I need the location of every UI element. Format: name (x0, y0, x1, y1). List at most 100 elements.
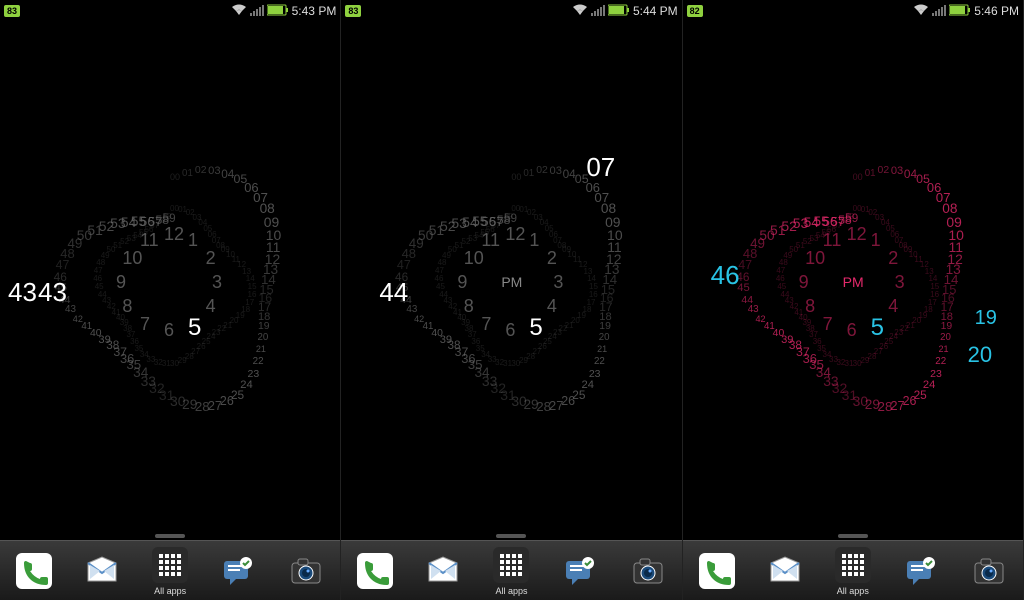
apps-icon (150, 545, 190, 585)
dock-phone[interactable] (7, 551, 61, 591)
hour-8: 8 (122, 296, 132, 317)
hour-9: 9 (799, 272, 809, 293)
signal-icon (250, 4, 264, 19)
hour-9: 9 (116, 272, 126, 293)
hour-3: 3 (895, 272, 905, 293)
dock: All apps (341, 540, 681, 600)
dock-messages[interactable] (553, 551, 607, 591)
dock-phone[interactable] (690, 551, 744, 591)
ampm-label: PM (501, 274, 522, 290)
mail-icon (765, 551, 805, 591)
dock-camera[interactable] (621, 551, 675, 591)
hour-4: 4 (547, 296, 557, 317)
hour-4: 4 (888, 296, 898, 317)
dock-phone[interactable] (348, 551, 402, 591)
dock-mail[interactable] (416, 551, 470, 591)
camera-icon (969, 551, 1009, 591)
hour-12: 12 (164, 224, 184, 245)
wifi-icon (572, 4, 588, 19)
hour-3: 3 (212, 272, 222, 293)
wifi-icon (231, 4, 247, 19)
hour-7: 7 (140, 314, 150, 335)
hour-11: 11 (140, 230, 159, 251)
dock-mail[interactable] (758, 551, 812, 591)
hour-8: 8 (464, 296, 474, 317)
phone-icon (355, 551, 395, 591)
phone-screen-1: 835:43 PM0001020304050607080910111213141… (0, 0, 341, 600)
minute-highlight: 43 (8, 277, 37, 308)
hour-6: 6 (164, 320, 174, 341)
ampm-label: PM (843, 274, 864, 290)
home-indicator[interactable] (496, 534, 526, 538)
dock-allapps[interactable]: All apps (143, 545, 197, 596)
hour-5: 5 (529, 314, 542, 342)
battery-badge: 83 (4, 5, 20, 17)
allapps-label: All apps (837, 586, 869, 596)
hour-8: 8 (805, 296, 815, 317)
camera-icon (628, 551, 668, 591)
battery-badge: 83 (345, 5, 361, 17)
hour-5: 5 (188, 314, 201, 342)
messages-icon (218, 551, 258, 591)
dock: All apps (0, 540, 340, 600)
hour-5: 5 (871, 314, 884, 342)
home-indicator[interactable] (838, 534, 868, 538)
messages-icon (901, 551, 941, 591)
camera-icon (286, 551, 326, 591)
allapps-label: All apps (495, 586, 527, 596)
hour-7: 7 (823, 314, 833, 335)
status-bar: 82 5:46 PM (683, 0, 1023, 22)
clock-wallpaper[interactable]: 0001020304050607080910111213141516171819… (0, 22, 340, 540)
status-time: 5:44 PM (633, 4, 678, 18)
signal-icon (932, 4, 946, 19)
clock-wallpaper[interactable]: 0001020304050607080910111213141516171819… (341, 22, 681, 540)
dock-camera[interactable] (962, 551, 1016, 591)
hour-12: 12 (847, 224, 867, 245)
hour-1: 1 (188, 230, 198, 251)
battery-icon (608, 4, 630, 19)
hour-1: 1 (871, 230, 881, 251)
messages-icon (560, 551, 600, 591)
minute-highlight: 46 (711, 260, 740, 291)
apps-icon (833, 545, 873, 585)
phone-icon (14, 551, 54, 591)
mail-icon (82, 551, 122, 591)
phone-screen-2: 835:44 PM0001020304050607080910111213141… (341, 0, 682, 600)
hour-11: 11 (823, 230, 842, 251)
battery-badge: 82 (687, 5, 703, 17)
second-highlight: 43 (38, 277, 67, 308)
status-bar: 83 5:44 PM (341, 0, 681, 22)
status-bar: 83 5:43 PM (0, 0, 340, 22)
signal-icon (591, 4, 605, 19)
hour-1: 1 (529, 230, 539, 251)
minute-highlight: 44 (379, 277, 408, 308)
hour-6: 6 (847, 320, 857, 341)
hour-2: 2 (206, 248, 216, 269)
hour-2: 2 (888, 248, 898, 269)
second-highlight: 20 (968, 342, 992, 368)
status-time: 5:46 PM (974, 4, 1019, 18)
hour-3: 3 (553, 272, 563, 293)
seconds-ring-highlight: 19 (975, 307, 997, 330)
hour-11: 11 (481, 230, 500, 251)
phone-icon (697, 551, 737, 591)
home-indicator[interactable] (155, 534, 185, 538)
dock: All apps (683, 540, 1023, 600)
dock-mail[interactable] (75, 551, 129, 591)
apps-icon (491, 545, 531, 585)
dock-camera[interactable] (279, 551, 333, 591)
dock-allapps[interactable]: All apps (826, 545, 880, 596)
hour-4: 4 (206, 296, 216, 317)
hour-9: 9 (457, 272, 467, 293)
clock-wallpaper[interactable]: 0001020304050607080910111213141516171819… (683, 22, 1023, 540)
hour-6: 6 (505, 320, 515, 341)
dock-allapps[interactable]: All apps (484, 545, 538, 596)
battery-icon (949, 4, 971, 19)
dock-messages[interactable] (211, 551, 265, 591)
status-time: 5:43 PM (292, 4, 337, 18)
hour-7: 7 (481, 314, 491, 335)
mail-icon (423, 551, 463, 591)
allapps-label: All apps (154, 586, 186, 596)
hour-2: 2 (547, 248, 557, 269)
dock-messages[interactable] (894, 551, 948, 591)
